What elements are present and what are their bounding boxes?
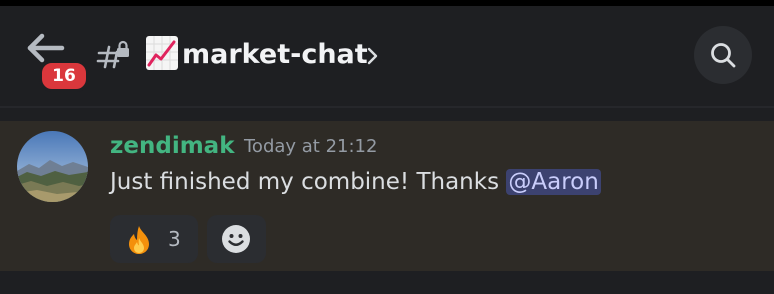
chart-increasing-emoji	[146, 36, 178, 70]
locked-hashtag-icon	[96, 40, 129, 69]
unread-count-badge: 16	[39, 60, 89, 92]
add-reaction-button[interactable]	[207, 215, 266, 263]
user-mention[interactable]: @Aaron	[506, 169, 601, 195]
mountain-landscape-avatar-image	[17, 131, 88, 202]
header-divider	[0, 106, 774, 108]
message-row[interactable]: zendimak Today at 21:12 Just finished my…	[0, 121, 774, 271]
message-text: Just finished my combine! Thanks	[110, 169, 507, 195]
chevron-right-icon[interactable]	[366, 44, 380, 68]
avatar[interactable]	[17, 131, 88, 202]
message-timestamp: Today at 21:12	[244, 136, 378, 157]
search-icon	[711, 43, 736, 68]
reaction-count: 3	[168, 227, 181, 251]
app-window: 16 market-chat zendimak Today at 21:12 J…	[0, 0, 774, 294]
channel-title[interactable]: market-chat	[182, 37, 368, 73]
message-content: Just finished my combine! Thanks @Aaron	[110, 166, 601, 198]
search-button[interactable]	[694, 26, 752, 84]
smiley-add-reaction-icon	[222, 225, 250, 253]
fire-emoji	[129, 226, 149, 254]
message-author[interactable]: zendimak	[110, 130, 235, 162]
reaction-fire[interactable]: 3	[110, 215, 198, 263]
